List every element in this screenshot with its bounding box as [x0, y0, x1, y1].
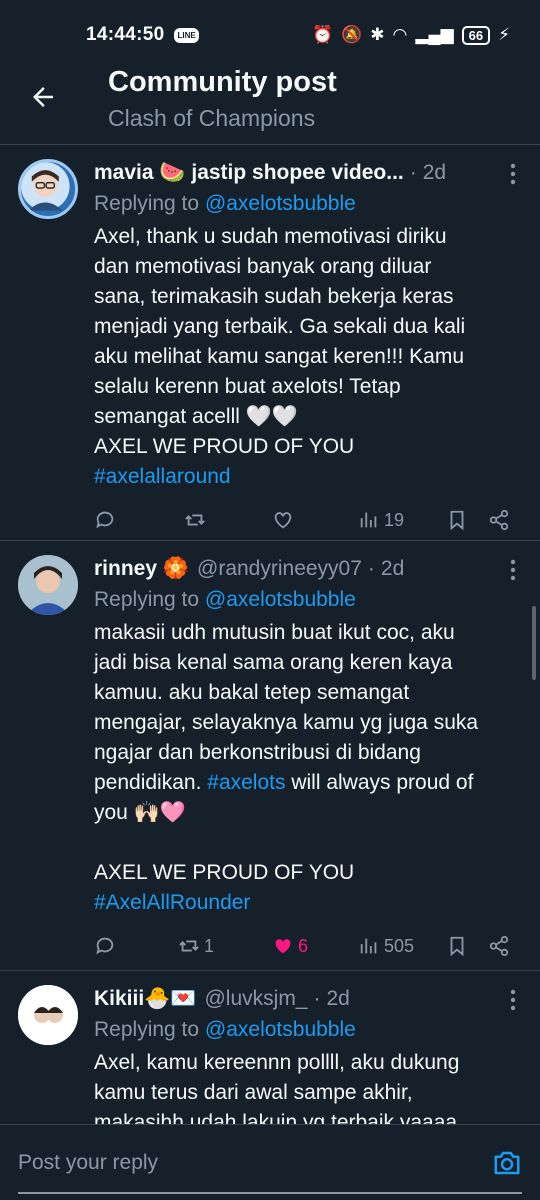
author-handle[interactable]: @randyrineeyy07 — [197, 557, 362, 581]
page-title: Community post — [108, 66, 337, 98]
comment-icon — [96, 937, 114, 955]
camera-icon[interactable] — [492, 1148, 522, 1178]
wifi-icon: ◠ — [392, 25, 408, 44]
views-button[interactable]: 19 — [358, 509, 404, 531]
reply-tweet[interactable]: rinney 🏵️ @randyrineeyy07 · 2d Replying … — [0, 541, 540, 970]
back-arrow-icon[interactable] — [28, 82, 58, 112]
hashtag-link[interactable]: #axelots — [207, 771, 285, 794]
comment-icon — [96, 511, 114, 529]
reply-button[interactable] — [94, 509, 116, 531]
reply-input[interactable]: Post your reply — [18, 1151, 158, 1175]
tweet-body: Axel, thank u sudah memotivasi diriku da… — [94, 222, 516, 492]
bookmark-button[interactable] — [446, 509, 468, 531]
reply-tweet[interactable]: mavia 🍉 jastip shopee video... · 2d Repl… — [0, 145, 540, 540]
author-handle[interactable]: @luvksjm_ — [204, 987, 307, 1011]
action-bar: 19 — [94, 492, 516, 548]
views-icon — [360, 512, 377, 528]
views-icon — [360, 938, 377, 954]
signal-icon: ▂▄▆ — [415, 25, 454, 44]
scrollbar[interactable] — [532, 606, 536, 680]
separator-dot: · — [367, 557, 375, 580]
reply-tweet[interactable]: Kikiii🐣💌 @luvksjm_ · 2d Replying to @axe… — [0, 971, 540, 1134]
more-options-icon[interactable] — [508, 163, 518, 185]
avatar[interactable] — [18, 985, 78, 1045]
mute-icon: 🔕 — [341, 25, 363, 44]
post-time: 2d — [380, 557, 405, 580]
heart-icon — [274, 512, 292, 529]
replying-to: Replying to @axelotsbubble — [94, 192, 356, 215]
mention-link[interactable]: @axelotsbubble — [205, 1018, 356, 1041]
community-name[interactable]: Clash of Champions — [108, 105, 337, 132]
mention-link[interactable]: @axelotsbubble — [205, 588, 356, 611]
reply-composer[interactable]: Post your reply — [0, 1124, 540, 1200]
hashtag-link[interactable]: #axelallaround — [94, 462, 516, 492]
battery-indicator: 66 — [461, 25, 491, 45]
share-icon — [489, 935, 509, 957]
avatar[interactable] — [18, 555, 78, 615]
author-name[interactable]: mavia 🍉 jastip shopee video... — [94, 161, 404, 185]
share-button[interactable] — [488, 509, 510, 531]
repost-button[interactable] — [184, 509, 210, 531]
repost-icon — [185, 514, 205, 526]
charging-icon: ⚡ — [498, 25, 510, 44]
alarm-icon: ⏰ — [311, 25, 334, 44]
input-underline — [18, 1192, 522, 1194]
hashtag-link[interactable]: #AxelAllRounder — [94, 888, 516, 918]
share-icon — [489, 509, 509, 531]
more-options-icon[interactable] — [508, 559, 518, 581]
bookmark-icon — [450, 936, 464, 957]
mention-link[interactable]: @axelotsbubble — [205, 192, 356, 215]
post-time: 2d — [326, 987, 350, 1010]
replying-to: Replying to @axelotsbubble — [94, 588, 356, 611]
reply-button[interactable] — [94, 935, 116, 957]
action-bar: 1 6 505 — [94, 918, 516, 974]
status-bar: 14:44:50 LINE ⏰ 🔕 ✱ ◠ ▂▄▆ 66 ⚡ — [0, 0, 540, 70]
repost-icon — [179, 940, 199, 952]
like-button[interactable]: 6 — [272, 935, 308, 957]
bluetooth-icon: ✱ — [370, 25, 385, 44]
share-button[interactable] — [488, 935, 510, 957]
status-icons: ⏰ 🔕 ✱ ◠ ▂▄▆ 66 ⚡ — [312, 25, 510, 45]
author-name[interactable]: rinney 🏵️ — [94, 557, 189, 581]
repost-button[interactable]: 1 — [178, 935, 214, 957]
post-time: 2d — [422, 161, 447, 184]
more-options-icon[interactable] — [508, 989, 518, 1011]
bookmark-icon — [450, 510, 464, 531]
like-button[interactable] — [272, 509, 294, 531]
author-name[interactable]: Kikiii🐣💌 — [94, 987, 196, 1011]
heart-filled-icon — [275, 939, 291, 954]
replying-to: Replying to @axelotsbubble — [94, 1018, 356, 1041]
line-app-icon: LINE — [174, 27, 199, 43]
tweet-body: makasii udh mutusin buat ikut coc, aku j… — [94, 618, 516, 918]
avatar[interactable] — [18, 159, 78, 219]
views-button[interactable]: 505 — [358, 935, 414, 957]
header: Community post Clash of Champions — [0, 66, 540, 142]
separator-dot: · — [313, 987, 321, 1010]
separator-dot: · — [409, 161, 417, 184]
status-time: 14:44:50 — [86, 24, 165, 45]
bookmark-button[interactable] — [446, 935, 468, 957]
